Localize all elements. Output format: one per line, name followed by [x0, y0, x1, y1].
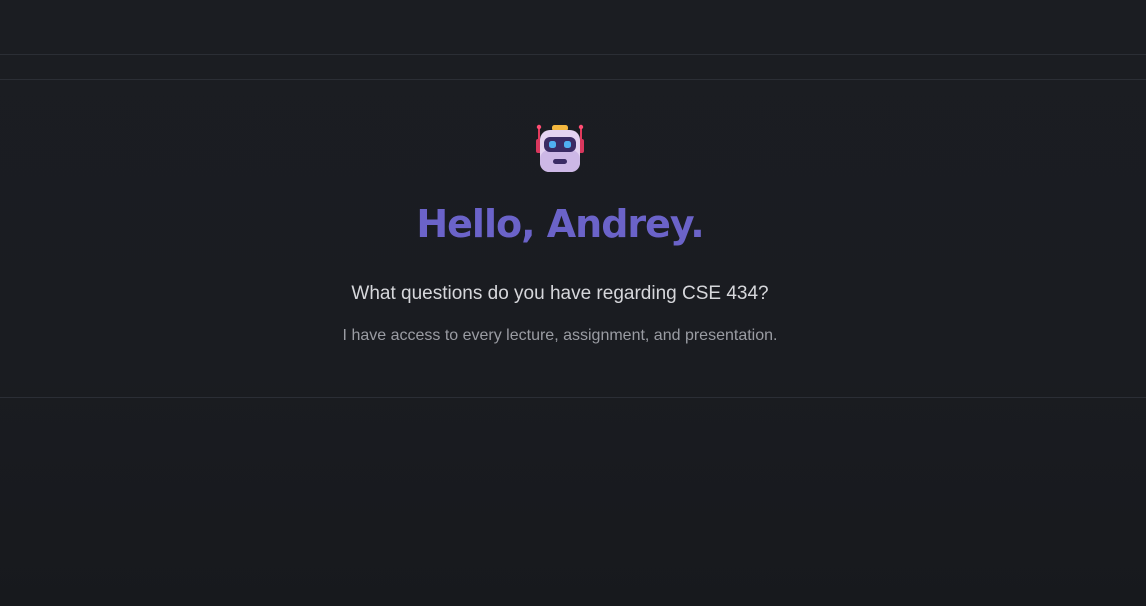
welcome-panel: Hello, Andrey. What questions do you hav… [0, 80, 1146, 397]
robot-icon [534, 123, 586, 175]
panel-divider [0, 397, 1146, 398]
access-description: I have access to every lecture, assignme… [342, 327, 778, 344]
top-divider [0, 54, 1146, 55]
greeting-heading: Hello, Andrey. [416, 202, 704, 246]
course-question: What questions do you have regarding CSE… [351, 283, 769, 304]
